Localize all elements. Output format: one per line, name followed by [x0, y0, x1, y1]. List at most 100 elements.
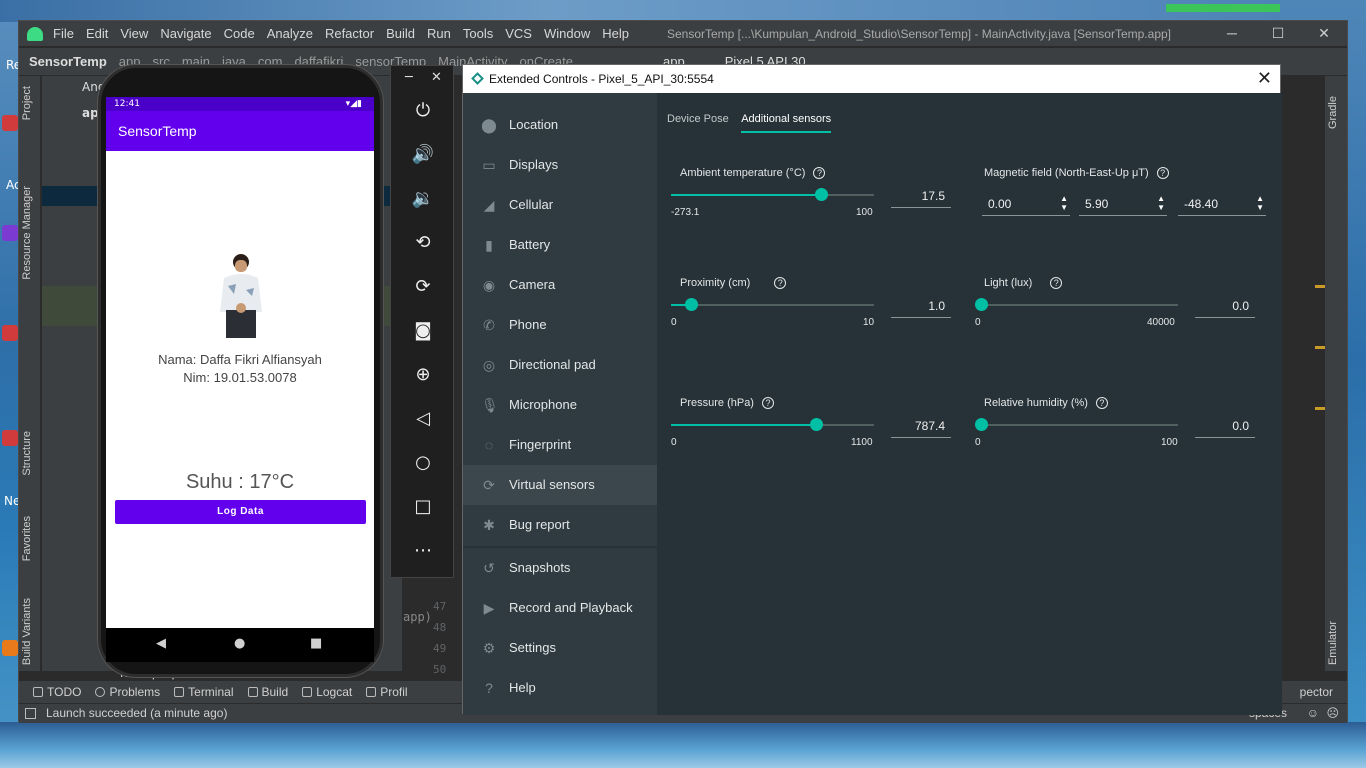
help-icon[interactable]: ?	[1156, 167, 1169, 179]
tab-device-pose[interactable]: Device Pose	[667, 113, 729, 131]
close-icon[interactable]: ✕	[1301, 21, 1347, 46]
tab-resource-manager[interactable]: Resource Manager	[21, 186, 33, 280]
sidebar-item-camera[interactable]: ◉ Camera	[463, 265, 657, 305]
sidebar-item-bug-report[interactable]: ✱ Bug report	[463, 505, 657, 545]
menu-view[interactable]: View	[120, 26, 148, 41]
help-icon[interactable]: ?	[774, 277, 787, 289]
recents-icon[interactable]: ■	[310, 636, 322, 651]
maximize-icon[interactable]: ☐	[1255, 21, 1301, 46]
menu-edit[interactable]: Edit	[86, 26, 108, 41]
proximity-slider[interactable]	[671, 298, 874, 311]
close-icon[interactable]: ✕	[431, 70, 442, 85]
help-icon[interactable]: ?	[761, 397, 774, 409]
phone-screen[interactable]: 12:41 ▾◢▮ SensorTemp Nama: Daffa Fikri A…	[106, 97, 374, 628]
tab-gradle[interactable]: Gradle	[1327, 96, 1339, 129]
sidebar-item-help[interactable]: ? Help	[463, 668, 657, 708]
tab-build[interactable]: Build	[247, 685, 288, 699]
tab-terminal[interactable]: Terminal	[174, 685, 234, 699]
tab-structure[interactable]: Structure	[21, 431, 33, 476]
camera-icon[interactable]: ◙	[411, 319, 435, 343]
home-icon[interactable]: ●	[234, 636, 245, 651]
more-icon[interactable]: ⋯	[411, 539, 435, 563]
slider-thumb[interactable]	[685, 298, 699, 311]
light-input[interactable]: 0.0	[1195, 299, 1255, 318]
magnetic-x-spinner[interactable]: 0.00 ▲ ▼	[982, 194, 1070, 216]
sidebar-item-battery[interactable]: ▮ Battery	[463, 225, 657, 265]
overview-icon[interactable]: □	[411, 495, 435, 519]
slider-thumb[interactable]	[810, 418, 824, 431]
menu-file[interactable]: File	[53, 26, 74, 41]
rotate-right-icon[interactable]: ⟳	[411, 275, 435, 299]
sidebar-item-settings[interactable]: ⚙ Settings	[463, 628, 657, 668]
tab-project[interactable]: Project	[21, 86, 33, 120]
tab-todo[interactable]: TODO	[33, 685, 81, 699]
volume-up-icon[interactable]: 🔊	[411, 143, 435, 167]
volume-down-icon[interactable]: 🔉	[411, 187, 435, 211]
rotate-left-icon[interactable]: ⟲	[411, 231, 435, 255]
pressure-input[interactable]: 787.4	[891, 419, 951, 438]
desktop-app-icon[interactable]	[2, 115, 18, 131]
minimize-icon[interactable]: ─	[405, 70, 413, 85]
menu-code[interactable]: Code	[224, 26, 255, 41]
desktop-app-icon[interactable]	[2, 225, 18, 241]
tab-emulator[interactable]: Emulator	[1327, 621, 1339, 665]
spinner-arrows-icon[interactable]: ▲ ▼	[1256, 194, 1264, 212]
menu-run[interactable]: Run	[427, 26, 451, 41]
light-slider[interactable]	[975, 298, 1178, 311]
proximity-input[interactable]: 1.0	[891, 299, 951, 318]
ambient-temperature-slider[interactable]	[671, 188, 874, 201]
sidebar-item-phone[interactable]: ✆ Phone	[463, 305, 657, 345]
sidebar-item-cellular[interactable]: ◢ Cellular	[463, 185, 657, 225]
menu-refactor[interactable]: Refactor	[325, 26, 374, 41]
help-icon[interactable]: ?	[1050, 277, 1063, 289]
back-icon[interactable]: ◀	[156, 636, 166, 651]
frown-icon[interactable]: ☹	[1326, 704, 1339, 723]
sidebar-item-snapshots[interactable]: ↺ Snapshots	[463, 548, 657, 588]
project-name[interactable]: SensorTemp	[29, 54, 107, 69]
tab-build-variants[interactable]: Build Variants	[21, 598, 33, 665]
sidebar-item-displays[interactable]: ▭ Displays	[463, 145, 657, 185]
desktop-app-icon[interactable]	[2, 325, 18, 341]
menu-vcs[interactable]: VCS	[505, 26, 532, 41]
humidity-input[interactable]: 0.0	[1195, 419, 1255, 438]
menu-analyze[interactable]: Analyze	[267, 26, 313, 41]
tab-layout-inspector[interactable]: pector	[1300, 685, 1333, 699]
slider-thumb[interactable]	[815, 188, 829, 201]
menu-build[interactable]: Build	[386, 26, 415, 41]
sidebar-item-fingerprint[interactable]: ◌ Fingerprint	[463, 425, 657, 465]
tab-additional-sensors[interactable]: Additional sensors	[741, 113, 832, 133]
sidebar-item-record-playback[interactable]: ▶ Record and Playback	[463, 588, 657, 628]
tab-profiler[interactable]: Profil	[366, 685, 408, 699]
slider-thumb[interactable]	[975, 418, 988, 431]
menu-help[interactable]: Help	[602, 26, 629, 41]
spinner-arrows-icon[interactable]: ▲ ▼	[1060, 194, 1068, 212]
status-toggle-icon[interactable]	[25, 708, 36, 719]
humidity-slider[interactable]	[975, 418, 1178, 431]
menu-navigate[interactable]: Navigate	[160, 26, 211, 41]
menu-window[interactable]: Window	[544, 26, 590, 41]
minimize-icon[interactable]: ─	[1209, 21, 1255, 46]
close-icon[interactable]: ✕	[1257, 65, 1272, 91]
pressure-slider[interactable]	[671, 418, 874, 431]
help-icon[interactable]: ?	[813, 167, 826, 179]
sidebar-item-virtual-sensors[interactable]: ⟳ Virtual sensors	[463, 465, 657, 505]
sidebar-item-microphone[interactable]: 🎙 Microphone	[463, 385, 657, 425]
zoom-icon[interactable]: ⊕	[411, 363, 435, 387]
log-data-button[interactable]: Log Data	[115, 500, 366, 524]
sidebar-item-location[interactable]: ⬤ Location	[463, 105, 657, 145]
smiley-icon[interactable]: ☺	[1307, 704, 1319, 723]
ambient-temperature-input[interactable]: 17.5	[891, 189, 951, 208]
tab-logcat[interactable]: Logcat	[302, 685, 352, 699]
power-icon[interactable]: ⏻	[411, 99, 435, 123]
tab-favorites[interactable]: Favorites	[21, 516, 33, 561]
desktop-app-icon[interactable]	[2, 640, 18, 656]
help-icon[interactable]: ?	[1095, 397, 1108, 409]
menu-tools[interactable]: Tools	[463, 26, 493, 41]
magnetic-y-spinner[interactable]: 5.90 ▲ ▼	[1079, 194, 1167, 216]
tab-problems[interactable]: Problems	[95, 685, 160, 699]
desktop-app-icon[interactable]	[2, 430, 18, 446]
home-icon[interactable]: ○	[411, 451, 435, 475]
magnetic-z-spinner[interactable]: -48.40 ▲ ▼	[1178, 194, 1266, 216]
back-icon[interactable]: ◁	[411, 407, 435, 431]
spinner-arrows-icon[interactable]: ▲ ▼	[1157, 194, 1165, 212]
